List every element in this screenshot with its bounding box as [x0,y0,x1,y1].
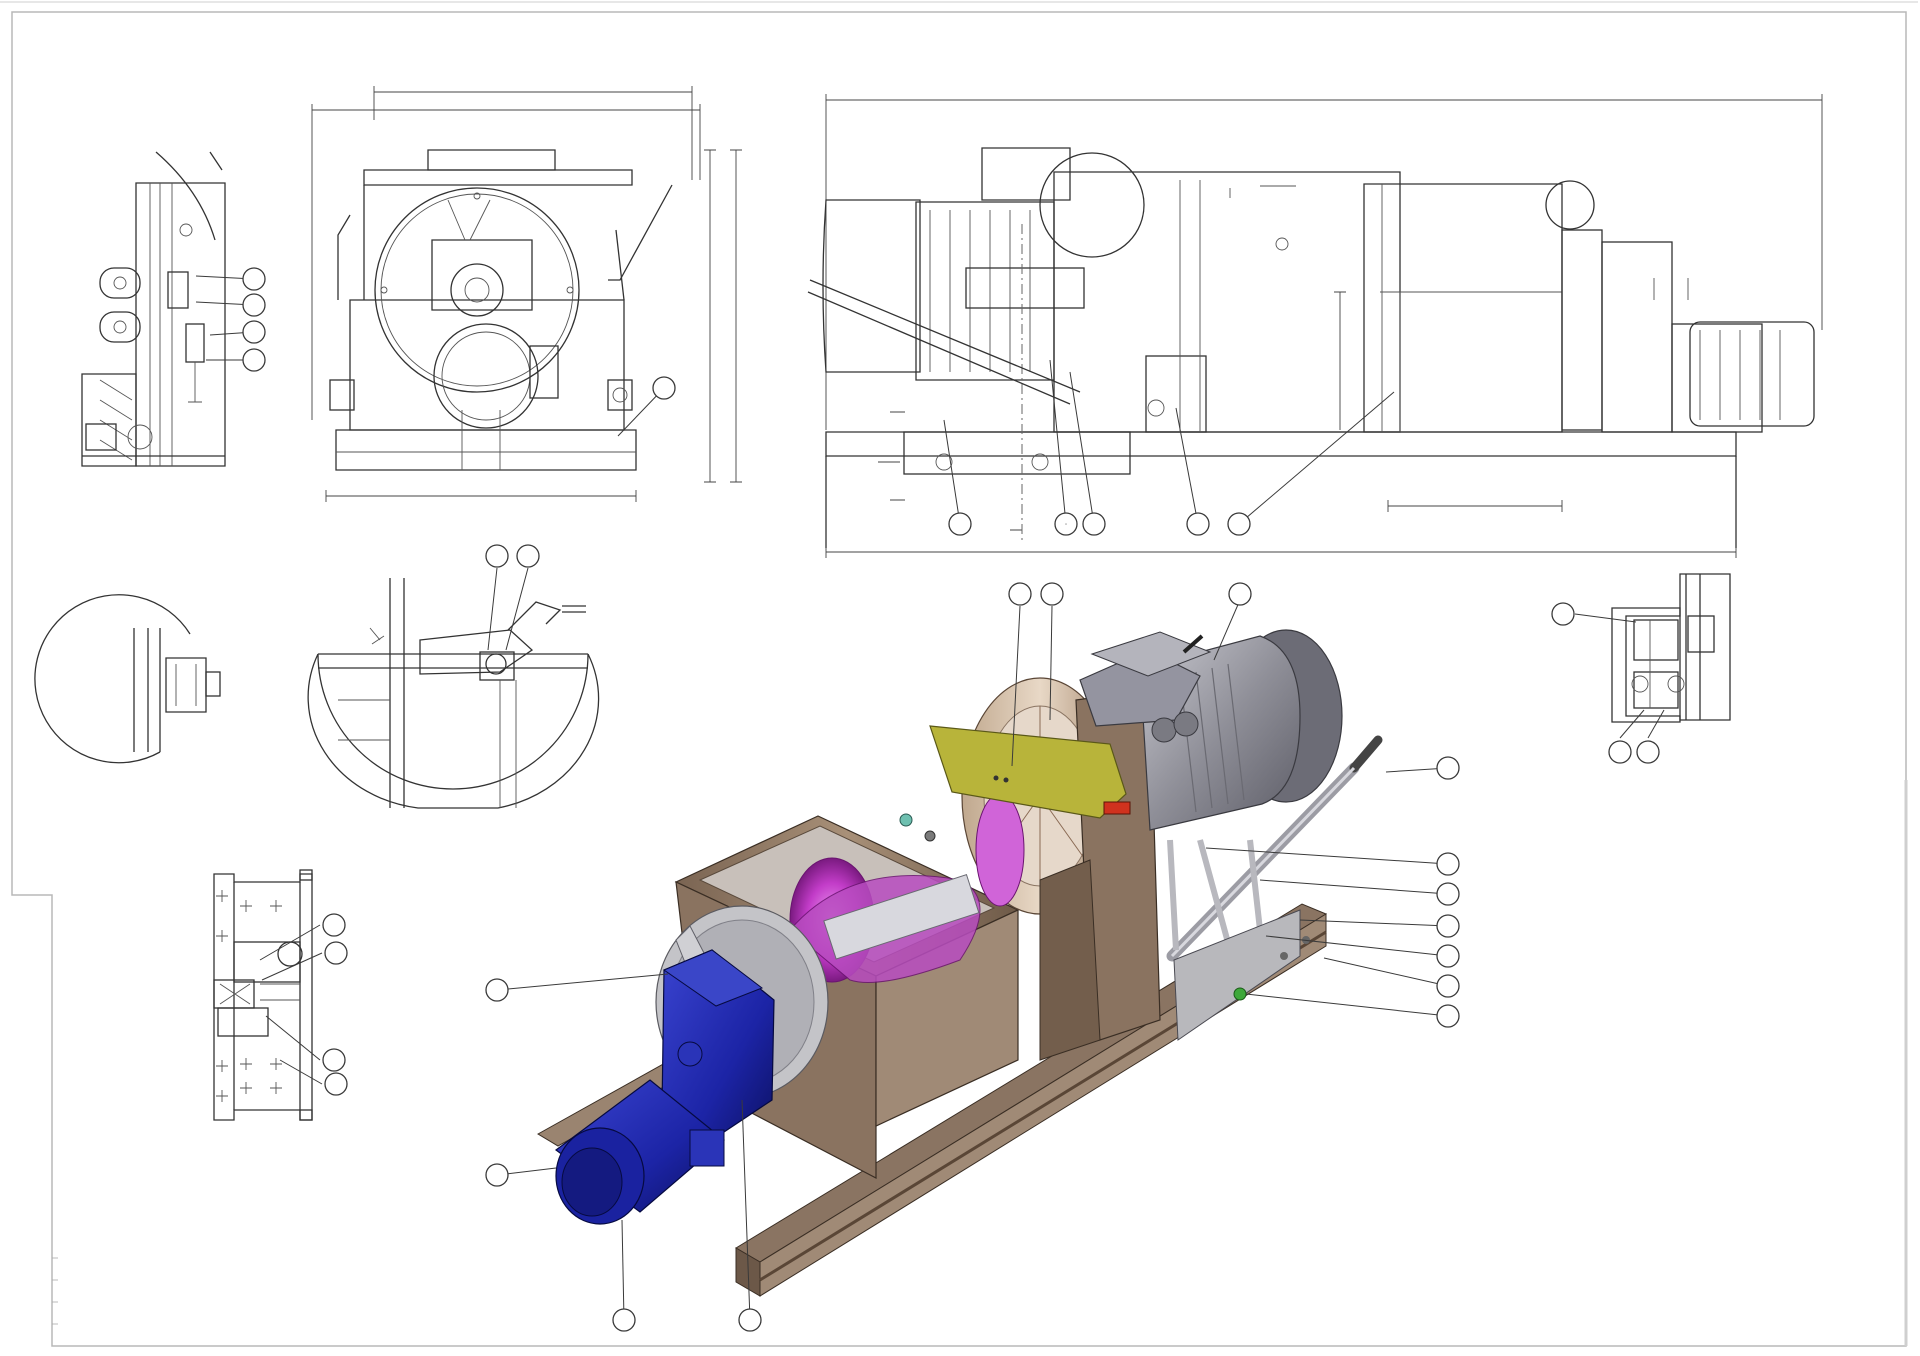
balloon-33 [738,1308,762,1332]
view-isometric-assembly [537,629,1383,1297]
balloon-30 [485,978,509,1002]
balloon-8 [1082,512,1106,536]
balloon-18 [1636,740,1660,764]
balloon-2 [242,293,266,317]
balloon-14 [1040,582,1064,606]
balloon-4 [242,348,266,372]
balloon-17 [1608,740,1632,764]
balloon-20 [1436,852,1460,876]
balloon-21 [1436,882,1460,906]
view-detail-bracket-right [1611,573,1731,723]
balloon-1 [242,267,266,291]
view-detail-latch [307,578,600,809]
balloon-3 [242,320,266,344]
balloon-13 [1008,582,1032,606]
balloon-10 [1227,512,1251,536]
balloon-23 [1436,944,1460,968]
balloon-29 [324,1072,348,1096]
balloon-16 [1551,602,1575,626]
balloon-15 [1228,582,1252,606]
balloon-9 [1186,512,1210,536]
balloon-27 [324,941,348,965]
balloon-28 [322,1048,346,1072]
balloon-12 [516,544,540,568]
view-end [311,86,742,502]
balloon-31 [485,1163,509,1187]
balloon-24 [1436,974,1460,998]
view-side-elevation [807,94,1823,558]
balloon-32 [612,1308,636,1332]
view-detail-circle-a [34,594,221,764]
balloon-25 [1436,1004,1460,1028]
drawing-sheet [0,1,1918,1347]
balloon-22 [1436,914,1460,938]
balloon-11 [485,544,509,568]
balloon-5 [652,376,676,400]
view-detail-seal [213,869,313,1121]
view-detail-side-left [81,151,226,467]
balloon-6 [948,512,972,536]
balloon-19 [1436,756,1460,780]
balloon-26 [322,913,346,937]
